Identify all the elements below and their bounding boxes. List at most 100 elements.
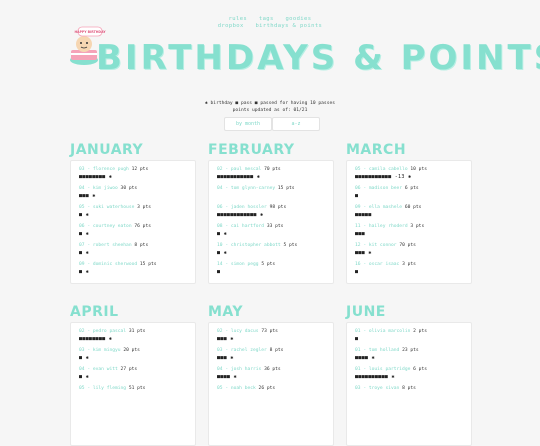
entry-points: 6 pts: [404, 186, 419, 191]
entry-name-link[interactable]: suki waterhouse: [93, 205, 135, 210]
month-card: 01 - olivia marcolin 2 pts ■ 01 - tom holl…: [346, 322, 472, 446]
entry-pass-marks: ■■■■■■■■ ✱: [79, 174, 113, 180]
entry-points: 10 pts: [410, 167, 427, 172]
month-heading: JUNE: [346, 304, 386, 320]
entry-separator: -: [360, 386, 369, 391]
month-section-may: MAY 02 - lucy dacus 73 pts ■■■ ✱ 03 - rache…: [208, 304, 334, 446]
sort-alphabetical-button[interactable]: a-z: [272, 117, 320, 131]
entry-points: 3 pts: [402, 262, 416, 267]
month-section-february: FEBRUARY 02 - paul mescal 70 pts ■■■■■■■■■…: [208, 142, 334, 284]
entry-name-link[interactable]: simon pegg: [231, 262, 259, 267]
entry-name-link[interactable]: camila cabello: [369, 167, 408, 172]
birthday-entry: 03 - florence pugh 12 pts ■■■■■■■■ ✱: [79, 167, 187, 180]
entry-line: 06 - courtney eaton 76 pts: [79, 224, 187, 229]
entry-name-link[interactable]: pedro pascal: [93, 329, 126, 334]
entry-separator: -: [222, 262, 231, 267]
entry-separator: -: [360, 243, 369, 248]
entry-points: 60 pts: [404, 205, 422, 210]
month-card: 02 - lucy dacus 73 pts ■■■ ✱ 03 - rachel z…: [208, 322, 334, 446]
entry-name-link[interactable]: cai hartford: [231, 224, 264, 229]
birthday-entry: 04 - evan witt 27 pts ■ ✱: [79, 367, 187, 380]
entry-pass-marks: ■■■■■■■■■■■■ ✱: [217, 212, 264, 218]
entry-name-link[interactable]: troye sivan: [369, 386, 399, 391]
sort-controls: by month a-z: [224, 117, 320, 131]
entry-line: 04 - josh harris 36 pts: [217, 367, 325, 372]
entry-line: 09 - dominic sherwood 15 pts: [79, 262, 187, 267]
entry-name-link[interactable]: courtney eaton: [93, 224, 132, 229]
entry-line: 05 - lily fleming 51 pts: [79, 386, 187, 391]
entry-pass-marks: ■■■■■■■■■■■ ✱: [217, 174, 261, 180]
entry-points: 27 pts: [120, 367, 138, 372]
entry-name-link[interactable]: paul mescal: [231, 167, 261, 172]
entry-name-link[interactable]: noah beck: [231, 386, 256, 391]
birthday-entry: 05 - noah beck 26 pts: [217, 386, 325, 398]
entry-line: 06 - jaden hossler 98 pts: [217, 205, 325, 210]
entry-name-link[interactable]: kit connor: [369, 243, 397, 248]
entry-pass-marks: ■■■ ✱: [217, 336, 234, 342]
entry-points: 98 pts: [269, 205, 287, 210]
birthday-entry: 09 - dominic sherwood 15 pts ■ ✱: [79, 262, 187, 275]
entry-separator: -: [360, 262, 369, 267]
entry-pass-marks: ■ ✱: [79, 250, 89, 256]
entry-name-link[interactable]: louis partridge: [369, 367, 411, 372]
entry-name-link[interactable]: florence pugh: [93, 167, 129, 172]
nav-link-dropbox[interactable]: dropbox: [218, 23, 244, 29]
entry-name-link[interactable]: josh harris: [231, 367, 261, 372]
entry-name-link[interactable]: lily fleming: [93, 386, 126, 391]
month-section-june: JUNE 01 - olivia marcolin 2 pts ■ 01 - tom …: [346, 304, 472, 446]
entry-name-link[interactable]: tom holland: [369, 348, 399, 353]
entry-line: 09 - ella mashele 60 pts: [355, 205, 463, 210]
entry-name-link[interactable]: ella mashele: [369, 205, 402, 210]
birthday-entry: 12 - kit connor 70 pts ■■■ ✱: [355, 243, 463, 256]
birthday-entry: 02 - pedro pascal 31 pts ■■■■■■■■ ✱: [79, 329, 187, 342]
entry-points: 33 pts: [266, 224, 284, 229]
entry-points: 5 pts: [261, 262, 276, 267]
entry-line: 05 - suki waterhouse 3 pts: [79, 205, 187, 210]
entry-pass-marks: ■■■ ✱: [355, 250, 372, 256]
entry-name-link[interactable]: kim jiwoo: [93, 186, 118, 191]
entry-name-link[interactable]: dominic sherwood: [93, 262, 137, 267]
entry-name-link[interactable]: rachel zegler: [231, 348, 267, 353]
entry-points: 8 pts: [269, 348, 284, 353]
entry-separator: -: [84, 167, 93, 172]
entry-points: 3 pts: [410, 224, 425, 229]
entry-name-link[interactable]: olivia marcolin: [369, 329, 411, 334]
nav-link-goodies[interactable]: goodies: [285, 16, 311, 22]
entry-name-link[interactable]: evan witt: [93, 367, 118, 372]
entry-line: 16 - oscar isaac 3 pts: [355, 262, 463, 267]
nav-link-tags[interactable]: tags: [259, 16, 274, 22]
entry-name-link[interactable]: robert sheehan: [93, 243, 132, 248]
entry-line: 04 - kim jiwoo 30 pts: [79, 186, 187, 191]
entry-separator: -: [360, 329, 369, 334]
entry-line: 02 - lucy dacus 73 pts: [217, 329, 325, 334]
entry-line: 03 - troye sivan 8 pts: [355, 386, 463, 391]
points-updated-note: points updated as of: 01/21: [232, 108, 308, 113]
entry-separator: -: [360, 186, 369, 191]
birthday-entry: 06 - jaden hossler 98 pts ■■■■■■■■■■■■ ✱: [217, 205, 325, 218]
entry-name-link[interactable]: hailey rhoderd: [369, 224, 408, 229]
nav-link-rules[interactable]: rules: [229, 16, 248, 22]
entry-name-link[interactable]: christopher abbott: [231, 243, 281, 248]
entry-pass-marks: ■ ✱: [217, 250, 227, 256]
entry-pass-marks: ■ ✱: [79, 355, 89, 361]
entry-pass-marks: ■■■ ✱: [217, 355, 234, 361]
nav-link-birthdays[interactable]: birthdays & points: [255, 23, 322, 29]
birthday-entry: 05 - camila cabello 10 pts ■■■■■■■■■■■ -1…: [355, 167, 463, 180]
entry-pass-marks: ■ ✱: [79, 269, 89, 275]
entry-name-link[interactable]: tom glynn-carney: [231, 186, 275, 191]
nav-row-1: rules tags goodies: [0, 16, 540, 23]
entry-name-link[interactable]: oscar isaac: [369, 262, 399, 267]
entry-separator: -: [84, 205, 93, 210]
entry-name-link[interactable]: kim mingyu: [93, 348, 121, 353]
month-section-april: APRIL 02 - pedro pascal 31 pts ■■■■■■■■ ✱ 0…: [70, 304, 196, 446]
entry-name-link[interactable]: madison beer: [369, 186, 402, 191]
entry-points: 2 pts: [413, 329, 427, 334]
entry-name-link[interactable]: jaden hossler: [231, 205, 267, 210]
sort-by-month-button[interactable]: by month: [224, 117, 272, 131]
birthday-entry: 03 - troye sivan 8 pts: [355, 386, 463, 398]
entry-line: 07 - robert sheehan 8 pts: [79, 243, 187, 248]
entry-line: 03 - rachel zegler 8 pts: [217, 348, 325, 353]
entry-points: 15 pts: [139, 262, 157, 267]
entry-name-link[interactable]: lucy dacus: [231, 329, 259, 334]
entry-separator: -: [222, 205, 231, 210]
